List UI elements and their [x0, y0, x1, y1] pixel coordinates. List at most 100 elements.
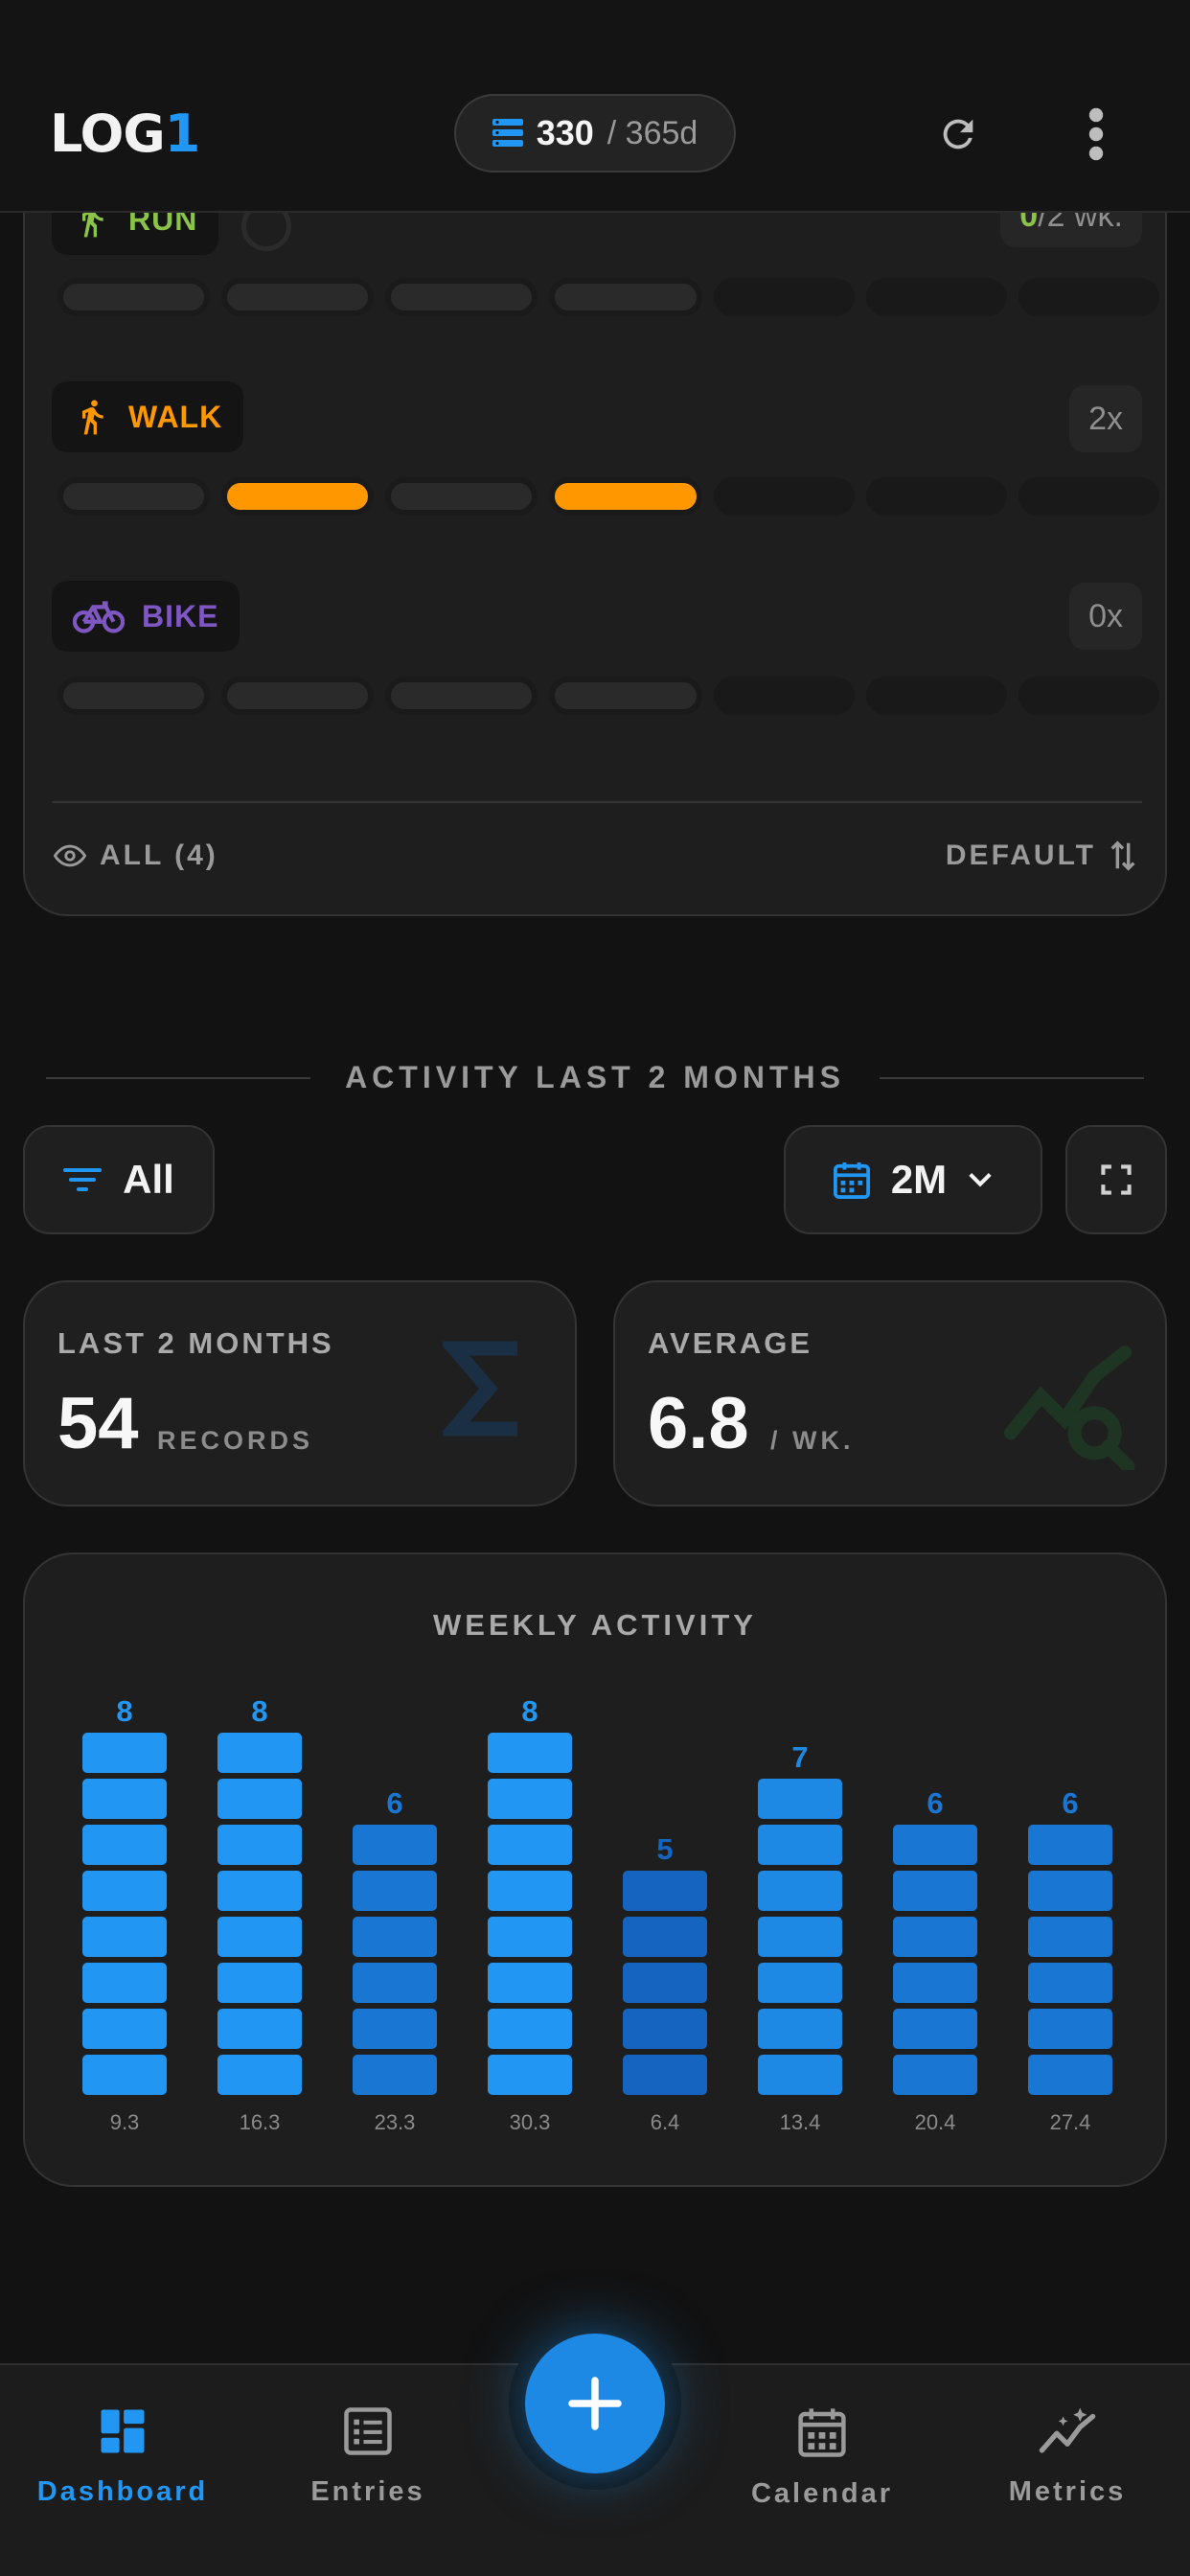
bar-block: [623, 1917, 707, 1957]
week-segment-6: [865, 477, 1007, 516]
add-entry-button[interactable]: [525, 2334, 665, 2473]
habit-chip-bike[interactable]: BIKE: [52, 581, 240, 652]
bar-block: [353, 1963, 437, 2003]
stat-average-unit: / WK.: [770, 1426, 855, 1455]
eye-icon: [54, 844, 86, 867]
nav-calendar[interactable]: Calendar: [707, 2405, 937, 2510]
bar-block: [1028, 1871, 1112, 1911]
bar-block: [217, 1917, 302, 1957]
x-tick-label: 6.4: [651, 2110, 680, 2134]
bar-block: [488, 1733, 572, 1773]
app-header: LOG1 330 / 365d: [0, 0, 1190, 213]
bar-block: [82, 1733, 167, 1773]
date-range-selector[interactable]: 2M: [784, 1125, 1042, 1234]
bar-block: [893, 2009, 977, 2049]
bar-block: [1028, 1963, 1112, 2003]
plus-icon: [568, 2377, 622, 2430]
bar-value-label: 6: [1062, 1786, 1078, 1820]
bar-block: [353, 2055, 437, 2095]
bar-block: [488, 2055, 572, 2095]
bar-block: [1028, 1917, 1112, 1957]
week-segment-1: [57, 278, 211, 316]
fullscreen-button[interactable]: [1065, 1125, 1167, 1234]
bar-block: [82, 2009, 167, 2049]
bar-block: [623, 2009, 707, 2049]
stat-total-unit: RECORDS: [157, 1426, 314, 1455]
bar-block: [353, 1871, 437, 1911]
show-all-filter[interactable]: ALL (4): [54, 840, 218, 872]
refresh-button[interactable]: [929, 105, 987, 163]
habit-bike-count: 0x: [1069, 583, 1142, 650]
x-tick-label: 13.4: [780, 2110, 821, 2134]
bar-value-label: 8: [251, 1694, 267, 1728]
sort-icon: [1110, 840, 1135, 871]
x-tick-label: 30.3: [510, 2110, 551, 2134]
x-tick-label: 23.3: [375, 2110, 416, 2134]
bar-block: [353, 2009, 437, 2049]
week-segment-2: [221, 278, 375, 316]
stat-card-total: LAST 2 MONTHS 54 RECORDS: [23, 1280, 577, 1506]
stat-total-value: 54: [57, 1383, 139, 1464]
activity-section-title: ACTIVITY LAST 2 MONTHS: [46, 1060, 1144, 1095]
habit-walk-week-track: [57, 477, 1159, 516]
bar-value-label: 8: [521, 1694, 538, 1728]
more-vert-icon: [1088, 107, 1104, 161]
week-segment-6: [865, 677, 1007, 715]
week-segment-7: [1018, 677, 1159, 715]
bar-block: [488, 1917, 572, 1957]
week-segment-2: [221, 677, 375, 715]
habit-walk-count: 2x: [1069, 385, 1142, 452]
calendar-icon: [798, 2408, 846, 2457]
bar-block: [488, 1963, 572, 2003]
more-menu-button[interactable]: [1067, 105, 1125, 163]
bar-block: [758, 1917, 842, 1957]
title-rule-right: [879, 1076, 1144, 1079]
dashboard-icon: [101, 2409, 145, 2453]
bar-block: [82, 1779, 167, 1819]
bar-block: [488, 1871, 572, 1911]
bar-block: [758, 1963, 842, 2003]
week-segment-2: [221, 477, 375, 516]
bar-block: [758, 1825, 842, 1865]
streak-counter[interactable]: 330 / 365d: [454, 94, 736, 172]
x-tick-label: 20.4: [915, 2110, 956, 2134]
bar-block: [217, 1963, 302, 2003]
bar-block: [488, 1825, 572, 1865]
filter-icon: [63, 1168, 103, 1191]
app-logo: LOG1: [50, 104, 200, 164]
stack-icon: [492, 119, 523, 147]
bar-block: [488, 2009, 572, 2049]
card-divider: [52, 801, 1142, 803]
sort-selector[interactable]: DEFAULT: [946, 840, 1136, 872]
week-segment-1: [57, 677, 211, 715]
bar-block: [217, 1825, 302, 1865]
stat-average-value: 6.8: [648, 1383, 749, 1464]
bar-block: [758, 2009, 842, 2049]
habit-run-week-track: [57, 278, 1159, 316]
bar-value-label: 5: [656, 1832, 673, 1866]
auto-graph-icon: [1039, 2407, 1096, 2453]
week-segment-3: [385, 278, 538, 316]
bar-block: [623, 1871, 707, 1911]
activity-filter-button[interactable]: All: [23, 1125, 215, 1234]
week-segment-7: [1018, 477, 1159, 516]
nav-metrics[interactable]: Metrics: [952, 2405, 1182, 2508]
nav-entries[interactable]: Entries: [253, 2405, 483, 2508]
weekly-activity-chart: 8 9.3 8 16.3 6 23.3 8 30.3 5 6.4 7 13.4 6 20.4 6 27.4: [82, 1694, 1112, 2134]
habits-card: RUN 0/2 wk. WALK 2x BIKE 0x ALL (4) DEFA…: [23, 144, 1167, 916]
bar-block: [82, 1871, 167, 1911]
nav-dashboard[interactable]: Dashboard: [8, 2405, 238, 2508]
list-icon: [344, 2407, 392, 2455]
bar-block: [623, 2055, 707, 2095]
bar-block: [758, 1871, 842, 1911]
bar-block: [217, 1871, 302, 1911]
bar-value-label: 7: [791, 1740, 808, 1774]
bar-value-label: 8: [116, 1694, 132, 1728]
week-segment-5: [713, 278, 855, 316]
bar-block: [758, 2055, 842, 2095]
refresh-icon: [943, 119, 973, 150]
fullscreen-icon: [1101, 1164, 1132, 1195]
habit-name: WALK: [128, 399, 223, 434]
habit-chip-walk[interactable]: WALK: [52, 381, 244, 452]
bar-block: [1028, 2009, 1112, 2049]
